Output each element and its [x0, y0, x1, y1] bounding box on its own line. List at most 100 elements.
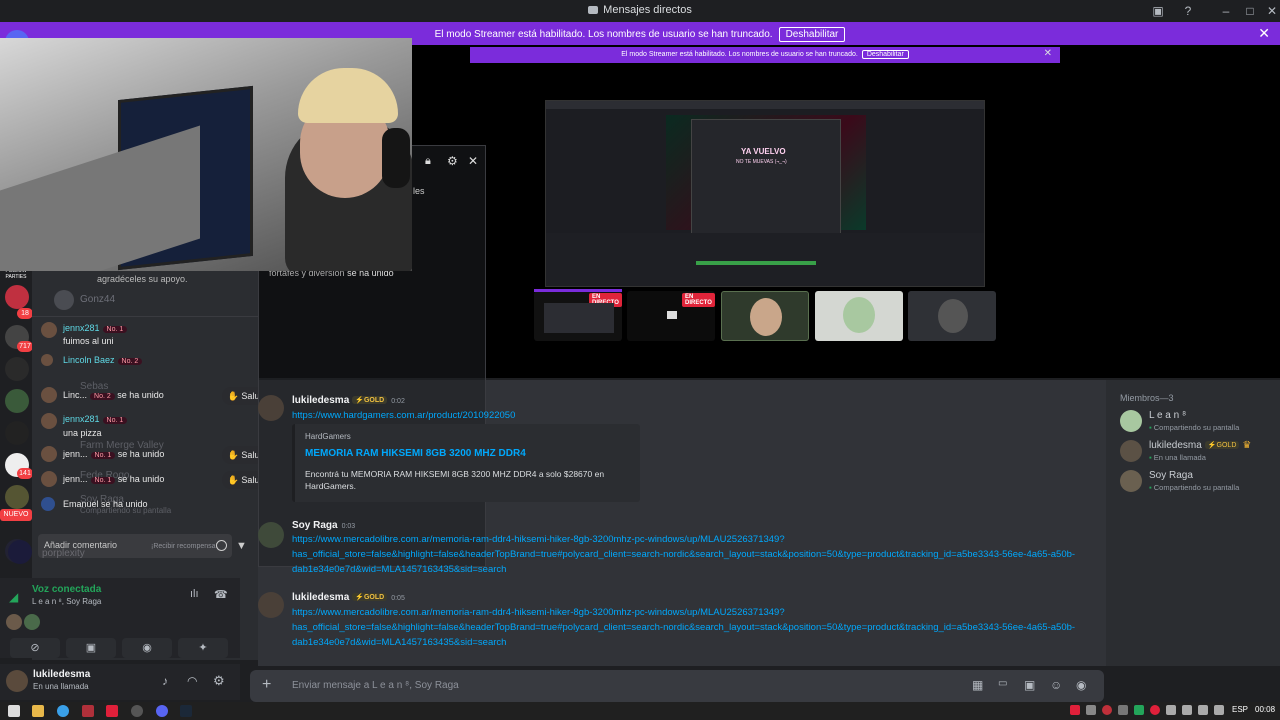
tray-icon[interactable]: [1134, 705, 1144, 715]
minimize-button[interactable]: –: [1216, 2, 1236, 20]
voice-panel: ◢ Voz conectada L e a n ⁸, Soy Raga ılı …: [0, 578, 240, 658]
obs-icon[interactable]: [131, 705, 143, 717]
server-icon[interactable]: [5, 421, 29, 445]
emoji-icon[interactable]: ☺: [1050, 678, 1062, 692]
inbox-icon[interactable]: ▣: [1148, 2, 1168, 20]
app-icon[interactable]: [82, 705, 94, 717]
chat-username[interactable]: Lincoln Baez: [63, 355, 115, 365]
reward-text[interactable]: ¡Recibir recompensa!: [151, 543, 218, 550]
voice-title[interactable]: Voz conectada: [32, 584, 101, 595]
server-icon[interactable]: [5, 389, 29, 413]
microphone-icon[interactable]: ♪: [162, 674, 168, 688]
wave-icon: ✋: [227, 391, 239, 401]
obs-menubar: [546, 101, 984, 109]
volume-icon[interactable]: [1182, 705, 1192, 715]
lock-icon[interactable]: 🔒︎: [425, 155, 431, 168]
member-avatar[interactable]: [1120, 470, 1142, 492]
participant-tile[interactable]: [721, 291, 809, 341]
embed-title[interactable]: MEMORIA RAM HIKSEMI 8GB 3200 MHZ DDR4: [305, 448, 526, 459]
gear-icon[interactable]: ⚙: [213, 673, 225, 689]
member-name[interactable]: Soy Raga: [1149, 470, 1193, 481]
stream-chat-overlay: agradéceles su apoyo. jennx281 No. 1 fuim…: [32, 268, 278, 573]
member-avatar[interactable]: [1120, 440, 1142, 462]
chat-username[interactable]: jenn...: [63, 449, 88, 459]
tray-icon[interactable]: [1214, 705, 1224, 715]
message-avatar[interactable]: [258, 395, 284, 421]
close-window-button[interactable]: ✕: [1262, 2, 1280, 20]
tray-icon[interactable]: [1118, 705, 1128, 715]
close-popout-icon[interactable]: ✕: [468, 154, 478, 168]
maximize-button[interactable]: □: [1240, 2, 1260, 20]
message-author[interactable]: lukiledesma: [292, 395, 349, 406]
username[interactable]: lukiledesma: [33, 669, 90, 680]
gold-badge-label: GOLD: [363, 397, 385, 405]
chat-username[interactable]: jennx281: [63, 414, 100, 424]
server-icon[interactable]: [5, 285, 29, 309]
message-header: lukiledesma ⚡GOLD 0:02: [292, 395, 405, 406]
chat-message: fuimos al uni: [63, 336, 114, 346]
message-author[interactable]: Soy Raga: [292, 520, 338, 531]
clock[interactable]: 00:08: [1255, 705, 1275, 714]
member-avatar[interactable]: [1120, 410, 1142, 432]
message-avatar[interactable]: [258, 592, 284, 618]
stream-disable-button: Deshabilitar: [861, 50, 909, 59]
add-attachment-icon[interactable]: +: [262, 676, 271, 694]
tray-icon[interactable]: [1198, 705, 1208, 715]
chrome-icon[interactable]: [57, 705, 69, 717]
signal-icon: ◢: [9, 590, 19, 604]
help-icon[interactable]: ?: [1178, 2, 1198, 20]
server-icon[interactable]: [5, 485, 29, 509]
noise-suppression-icon[interactable]: ılı: [190, 588, 199, 600]
disconnect-icon[interactable]: ☎: [214, 588, 228, 601]
steam-icon[interactable]: [180, 705, 192, 717]
apps-icon[interactable]: ◉: [1076, 678, 1086, 692]
stream-tile[interactable]: EN DIRECTO: [534, 291, 622, 341]
message-composer[interactable]: + Enviar mensaje a L e a n ⁸, Soy Raga ▦…: [250, 670, 1104, 702]
gold-badge: ⚡GOLD: [1204, 441, 1240, 450]
camera-off-icon[interactable]: ⊘: [10, 638, 60, 658]
screen-share-icon[interactable]: ▣: [66, 638, 116, 658]
filter-icon[interactable]: ▼: [236, 540, 247, 552]
close-banner-icon[interactable]: ✕: [1258, 25, 1270, 42]
message-link[interactable]: https://www.mercadolibre.com.ar/memoria-…: [292, 532, 1082, 577]
stream-tile[interactable]: EN DIRECTO: [627, 291, 715, 341]
tray-icon[interactable]: [1150, 705, 1160, 715]
comment-input[interactable]: Añadir comentario porplexity ¡Recibir re…: [38, 534, 232, 559]
app-icon[interactable]: [106, 705, 118, 717]
headphones-icon[interactable]: ◠: [187, 674, 197, 688]
activity-icon[interactable]: ◉: [122, 638, 172, 658]
language-indicator[interactable]: ESP: [1232, 705, 1248, 714]
gift-icon[interactable]: ▦: [972, 678, 983, 692]
embed-site[interactable]: HardGamers: [305, 432, 351, 441]
screen-share-view[interactable]: YA VUELVO NO TE MUEVAS (¬_¬): [545, 100, 985, 287]
message-link[interactable]: https://www.mercadolibre.com.ar/memoria-…: [292, 605, 1082, 650]
channel-points-icon[interactable]: [8, 540, 32, 564]
tray-icon[interactable]: [1070, 705, 1080, 715]
tray-icon[interactable]: [1086, 705, 1096, 715]
chat-username[interactable]: jenn...: [63, 474, 88, 484]
chat-username[interactable]: Linc...: [63, 390, 87, 400]
avatar[interactable]: [6, 670, 28, 692]
network-icon[interactable]: [1166, 705, 1176, 715]
tray-icon[interactable]: [1102, 705, 1112, 715]
participant-tile[interactable]: [815, 291, 903, 341]
member-status: Compartiendo su pantalla: [1153, 483, 1240, 492]
member-name[interactable]: lukiledesma: [1149, 440, 1202, 451]
server-icon[interactable]: [5, 357, 29, 381]
disable-streamer-button[interactable]: Deshabilitar: [778, 27, 846, 42]
member-name[interactable]: L e a n ⁸: [1149, 410, 1186, 421]
settings-icon[interactable]: ⚙: [447, 154, 458, 168]
message-author[interactable]: lukiledesma: [292, 592, 349, 603]
message-link[interactable]: https://www.hardgamers.com.ar/product/20…: [292, 408, 592, 423]
windows-start-icon[interactable]: [8, 705, 20, 717]
chat-username[interactable]: jennx281: [63, 323, 100, 333]
discord-icon[interactable]: [156, 705, 168, 717]
gold-badge: ⚡GOLD: [352, 593, 388, 602]
participant-tile[interactable]: [908, 291, 996, 341]
gif-icon[interactable]: ▭: [998, 678, 1007, 689]
file-explorer-icon[interactable]: [32, 705, 44, 717]
sticker-icon[interactable]: ▣: [1024, 678, 1035, 692]
reward-icon[interactable]: [216, 540, 227, 551]
message-avatar[interactable]: [258, 522, 284, 548]
soundboard-icon[interactable]: ✦: [178, 638, 228, 658]
